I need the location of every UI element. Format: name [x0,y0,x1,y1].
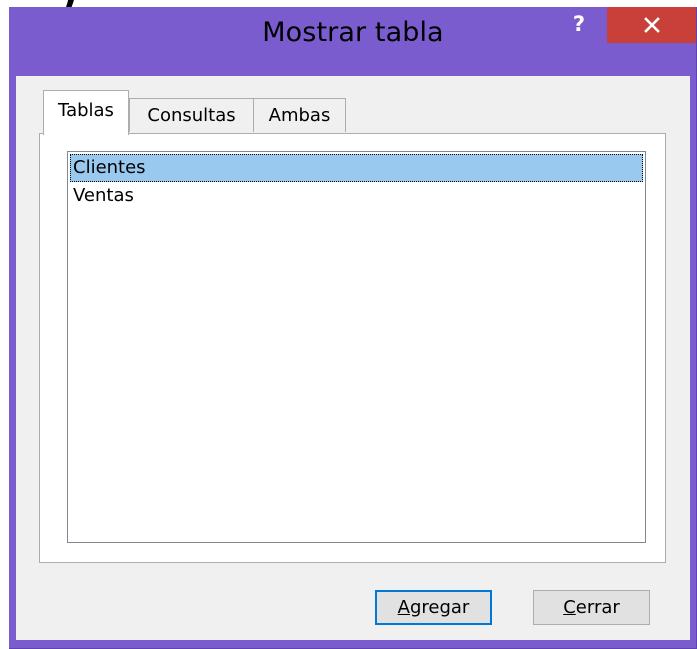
tab-consultas[interactable]: Consultas [129,98,254,132]
tab-tablas[interactable]: Tablas [43,90,129,135]
list-item-ventas[interactable]: Ventas [70,182,643,210]
help-button[interactable]: ? [564,10,594,38]
tab-panel-tablas: Clientes Ventas [39,133,666,563]
cerrar-accel-key: C [563,597,576,618]
list-item-clientes[interactable]: Clientes [70,154,643,182]
dialog-body: Tablas Consultas Ambas Clientes Ventas A… [16,76,690,640]
close-icon [643,17,660,33]
cerrar-button[interactable]: Cerrar [533,590,650,625]
agregar-accel-key: A [397,597,410,618]
tab-ambas[interactable]: Ambas [253,98,346,132]
agregar-label: gregar [409,597,470,618]
cerrar-label: errar [575,597,620,618]
table-list[interactable]: Clientes Ventas [67,151,646,543]
agregar-button[interactable]: Agregar [375,590,492,625]
title-bar[interactable]: Mostrar tabla ? [9,7,697,76]
help-icon: ? [572,12,586,36]
close-window-button[interactable] [607,7,696,43]
mostrar-tabla-dialog: Mostrar tabla ? Tablas Consultas Ambas C… [9,7,697,649]
